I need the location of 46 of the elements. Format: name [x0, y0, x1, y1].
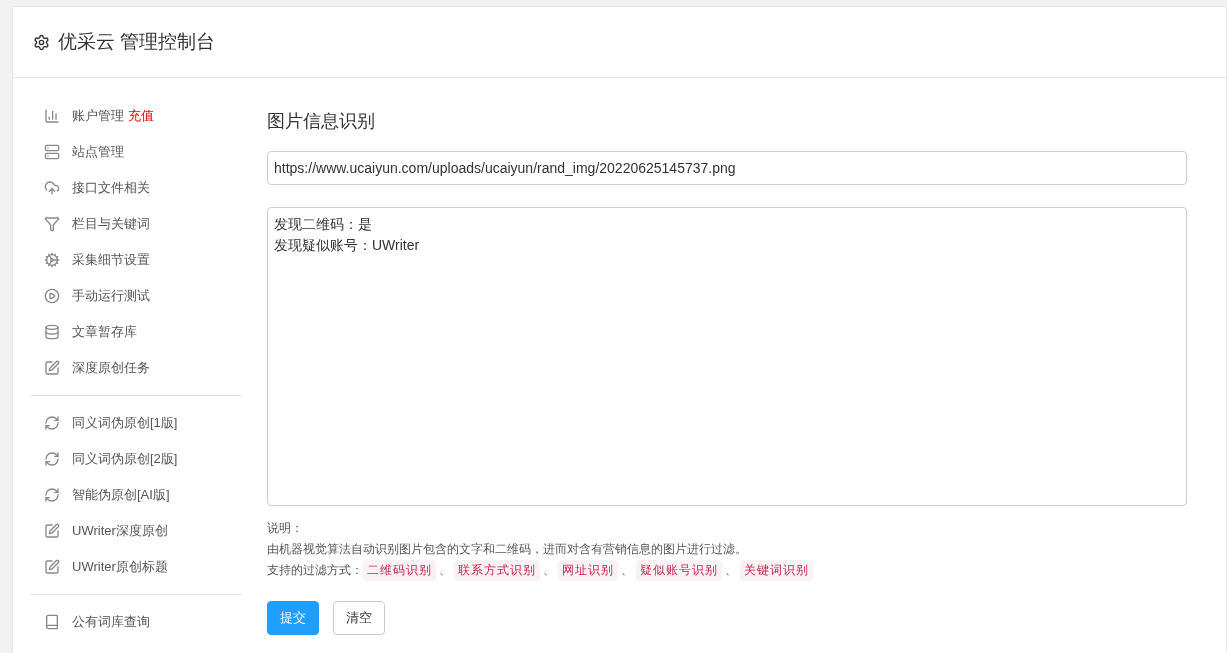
console-title: 优采云 管理控制台 — [58, 29, 216, 54]
edit-icon — [44, 559, 60, 575]
note-label: 说明： — [267, 520, 303, 537]
filter-tag: 联系方式识别 — [454, 560, 540, 581]
sidebar-item[interactable]: 账户管理 充值 — [31, 98, 241, 134]
sidebar-item[interactable]: 栏目与关键词 — [31, 206, 241, 242]
database-icon — [44, 324, 60, 340]
play-icon — [44, 288, 60, 304]
edit-icon — [44, 360, 60, 376]
result-textarea[interactable]: 发现二维码：是 发现疑似账号：UWriter — [267, 207, 1187, 506]
filters-label: 支持的过滤方式： — [267, 562, 363, 579]
filter-tag: 网址识别 — [558, 560, 618, 581]
separator-text: 、 — [620, 562, 634, 579]
settings-icon — [33, 33, 50, 51]
sidebar-item[interactable]: 接口文件相关 — [31, 170, 241, 206]
edit-icon — [44, 523, 60, 539]
sidebar-item[interactable]: 同义词伪原创[1版] — [31, 405, 241, 441]
sidebar-item[interactable]: UWriter深度原创 — [31, 513, 241, 549]
refresh-icon — [44, 487, 60, 503]
description-text: 由机器视觉算法自动识别图片包含的文字和二维码，进而对含有营销信息的图片进行过滤。 — [267, 541, 747, 558]
gears-icon — [44, 252, 60, 268]
book-icon — [44, 614, 60, 630]
bar-chart-icon — [44, 108, 60, 124]
sidebar-item[interactable]: 文章暂存库 — [31, 314, 241, 350]
separator-text: 、 — [438, 562, 452, 579]
cloud-upload-icon — [44, 180, 60, 196]
filter-icon — [44, 216, 60, 232]
refresh-icon — [44, 451, 60, 467]
sidebar-item[interactable]: 公有词库查询 — [31, 604, 241, 640]
separator-text: 、 — [542, 562, 556, 579]
filter-tag: 疑似账号识别 — [636, 560, 722, 581]
sidebar-item[interactable]: 站点管理 — [31, 134, 241, 170]
sidebar-item[interactable]: 同义词伪原创[2版] — [31, 441, 241, 477]
refresh-icon — [44, 415, 60, 431]
sidebar-item[interactable]: 手动运行测试 — [31, 278, 241, 314]
sidebar-item[interactable]: 采集细节设置 — [31, 242, 241, 278]
sidebar-item[interactable]: UWriter原创标题 — [31, 549, 241, 585]
server-icon — [44, 144, 60, 160]
sidebar-item[interactable]: 智能伪原创[AI版] — [31, 477, 241, 513]
url-field[interactable]: https://www.ucaiyun.com/uploads/ucaiyun/rand_img/20220625145737.png — [267, 151, 1187, 185]
section-title: 图片信息识别 — [267, 110, 376, 133]
separator-text: 、 — [724, 562, 738, 579]
filter-tag: 关键词识别 — [740, 560, 813, 581]
filter-tag: 二维码识别 — [363, 560, 436, 581]
clear-button[interactable]: 清空 — [333, 601, 385, 635]
sidebar-item[interactable]: 深度原创任务 — [31, 350, 241, 386]
